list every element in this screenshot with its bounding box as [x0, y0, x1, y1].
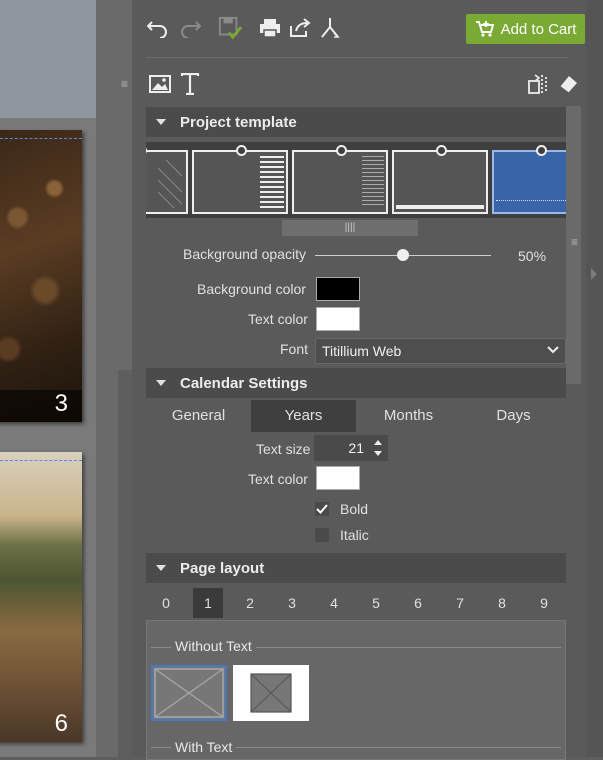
undo-icon[interactable] — [146, 16, 170, 40]
template-strip — [146, 142, 566, 218]
splitter-grip-icon: ≡ — [121, 77, 129, 91]
order-icon[interactable] — [318, 16, 342, 40]
text-size-label: Text size — [256, 441, 311, 457]
layout-thumbnail[interactable] — [233, 665, 309, 721]
save-icon[interactable] — [218, 16, 242, 40]
canvas-area: 3 6 — [0, 0, 118, 757]
background-opacity-value: 50% — [518, 248, 547, 264]
layout-thumbnail-selected[interactable] — [151, 665, 227, 721]
tab-general[interactable]: General — [146, 400, 251, 432]
font-select[interactable]: Titillium Web — [315, 338, 566, 364]
cart-icon — [475, 21, 494, 37]
image-icon[interactable] — [148, 72, 172, 96]
text-color-swatch[interactable] — [316, 307, 360, 331]
checkmark-icon — [316, 504, 328, 514]
page-number: 3 — [54, 390, 68, 417]
add-to-cart-button[interactable]: Add to Cart — [466, 14, 585, 44]
panel-collapse-edge[interactable] — [586, 0, 603, 757]
increment-icon[interactable] — [374, 440, 382, 445]
layout-number-5[interactable]: 5 — [361, 588, 391, 618]
collapse-icon — [156, 119, 166, 125]
collapse-icon — [156, 380, 166, 386]
text-size-input[interactable]: 21 — [314, 435, 370, 461]
tab-months[interactable]: Months — [356, 400, 461, 432]
template-option[interactable] — [146, 145, 188, 214]
page-footer — [0, 390, 82, 422]
layout-number-8[interactable]: 8 — [487, 588, 517, 618]
print-icon[interactable] — [258, 16, 282, 40]
binding-ring-icon — [236, 145, 247, 156]
layout-number-1[interactable]: 1 — [193, 588, 223, 618]
text-color-label: Text color — [248, 311, 308, 327]
layout-number-0[interactable]: 0 — [151, 588, 181, 618]
text-size-stepper[interactable] — [370, 435, 388, 461]
share-icon[interactable] — [288, 16, 312, 40]
group-without-text-label: Without Text — [171, 638, 256, 654]
layout-number-3[interactable]: 3 — [277, 588, 307, 618]
decrement-icon[interactable] — [374, 451, 382, 456]
background-color-label: Background color — [197, 281, 306, 297]
template-option[interactable] — [192, 145, 288, 214]
insert-toolbar — [132, 62, 603, 102]
layout-number-6[interactable]: 6 — [403, 588, 433, 618]
template-option-selected[interactable] — [492, 145, 566, 214]
toolbar: Add to Cart — [132, 0, 603, 56]
layout-number-4[interactable]: 4 — [319, 588, 349, 618]
background-color-swatch[interactable] — [316, 277, 360, 301]
font-value: Titillium Web — [322, 343, 402, 359]
italic-checkbox[interactable] — [315, 528, 329, 542]
text-icon[interactable] — [178, 72, 202, 96]
canvas-scroll-gutter — [96, 0, 118, 757]
calendar-text-color-swatch[interactable] — [316, 466, 360, 490]
section-title: Calendar Settings — [180, 374, 308, 392]
calendar-text-color-label: Text color — [248, 471, 308, 487]
tab-years[interactable]: Years — [251, 400, 356, 432]
template-option[interactable] — [392, 145, 488, 214]
template-option[interactable] — [292, 145, 388, 214]
bold-label: Bold — [340, 501, 369, 517]
binding-ring-icon — [146, 145, 147, 156]
eraser-icon[interactable] — [556, 72, 580, 96]
chevron-right-icon — [591, 268, 597, 280]
group-with-text-label: With Text — [171, 739, 237, 755]
add-to-cart-label: Add to Cart — [500, 20, 577, 38]
page-layout-header[interactable]: Page layout — [146, 553, 566, 583]
layers-icon[interactable] — [526, 72, 550, 96]
page-bleed-line — [0, 460, 82, 461]
page-thumbnail-3[interactable]: 3 — [0, 130, 82, 422]
calendar-settings-header[interactable]: Calendar Settings — [146, 368, 566, 398]
page-bleed-line — [0, 138, 82, 139]
properties-panel: Add to Cart Project template |||| Backgr… — [132, 0, 603, 760]
scroll-grip-icon: ≡ — [571, 235, 579, 249]
page-number: 6 — [54, 710, 68, 737]
binding-ring-icon — [536, 145, 547, 156]
project-template-header[interactable]: Project template — [146, 107, 566, 137]
collapse-icon — [156, 565, 166, 571]
binding-ring-icon — [436, 145, 447, 156]
toolbar-divider — [146, 57, 568, 58]
panel-splitter[interactable]: ≡ — [118, 0, 132, 370]
italic-label: Italic — [340, 527, 369, 543]
background-opacity-label: Background opacity — [183, 246, 306, 262]
section-title: Page layout — [180, 559, 265, 577]
template-scrollbar[interactable]: |||| — [282, 220, 418, 236]
layout-number-9[interactable]: 9 — [529, 588, 559, 618]
redo-icon[interactable] — [178, 16, 202, 40]
section-title: Project template — [180, 113, 297, 131]
tab-days[interactable]: Days — [461, 400, 566, 432]
page-thumbnail-6[interactable]: 6 — [0, 452, 82, 742]
background-opacity-knob[interactable] — [397, 249, 409, 261]
layout-number-2[interactable]: 2 — [235, 588, 265, 618]
font-label: Font — [280, 341, 309, 357]
bold-checkbox[interactable] — [315, 502, 329, 516]
binding-ring-icon — [336, 145, 347, 156]
chevron-down-icon — [547, 346, 559, 354]
layout-options: Without Text With Text — [146, 620, 566, 760]
layout-number-7[interactable]: 7 — [445, 588, 475, 618]
